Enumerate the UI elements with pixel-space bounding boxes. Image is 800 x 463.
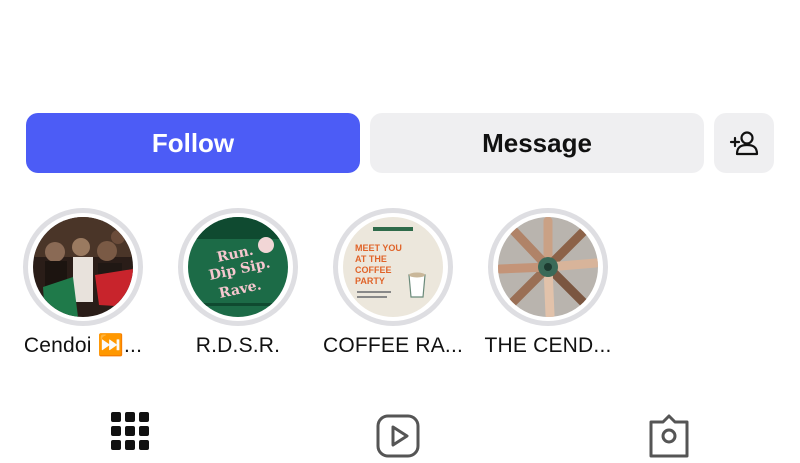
follow-label: Follow (151, 127, 235, 158)
tab-posts[interactable] (111, 412, 149, 455)
poster-text: MEET YOU (355, 243, 402, 253)
highlight-item[interactable]: Cendoi ⏭️... (3, 208, 163, 358)
highlight-ring (23, 208, 143, 326)
highlight-item[interactable]: MEET YOU AT THE COFFEE PARTY COFFEE RA..… (313, 208, 473, 358)
follow-button[interactable]: Follow (26, 113, 360, 173)
highlight-label: COFFEE RA... (322, 334, 464, 357)
poster-text: PARTY (355, 276, 385, 286)
highlight-ring: MEET YOU AT THE COFFEE PARTY (333, 208, 453, 326)
highlight-ring (488, 208, 608, 326)
message-label: Message (482, 127, 592, 158)
person-plus-icon (729, 131, 759, 156)
tab-reels[interactable] (376, 414, 420, 463)
highlight-thumbnail (33, 217, 133, 317)
highlight-thumbnail: MEET YOU AT THE COFFEE PARTY (343, 217, 443, 317)
highlight-label: R.D.S.R. (195, 334, 281, 357)
highlight-label: Cendoi ⏭️... (23, 334, 143, 357)
tab-tagged[interactable] (647, 414, 691, 463)
add-user-button[interactable] (714, 113, 774, 173)
highlight-item[interactable]: Run. Dip Sip. Rave. R.D.S.R. (158, 208, 318, 358)
poster-text: COFFEE (355, 265, 392, 275)
highlight-label: THE CEND... (484, 334, 612, 357)
tagged-icon (649, 414, 689, 458)
grid-icon (111, 412, 149, 450)
highlight-ring: Run. Dip Sip. Rave. (178, 208, 298, 326)
highlight-thumbnail: Run. Dip Sip. Rave. (188, 217, 288, 317)
message-button[interactable]: Message (370, 113, 704, 173)
highlight-item[interactable]: THE CEND... (468, 208, 628, 358)
poster-text: AT THE (355, 254, 387, 264)
highlight-thumbnail (498, 217, 598, 317)
reels-icon (376, 414, 420, 458)
